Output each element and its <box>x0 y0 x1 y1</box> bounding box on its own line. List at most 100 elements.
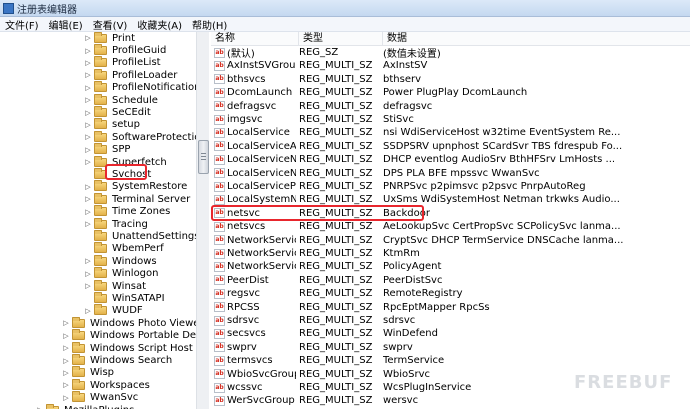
expand-arrow-icon[interactable]: ▷ <box>62 369 70 377</box>
registry-value-row[interactable]: ab regsvc REG_MULTI_SZ RemoteRegistry <box>211 287 690 300</box>
registry-value-row[interactable]: ab RPCSS REG_MULTI_SZ RpcEptMapper RpcSs <box>211 301 690 314</box>
expand-arrow-icon[interactable]: ▷ <box>84 282 92 290</box>
registry-value-row[interactable]: ab netsvcs REG_MULTI_SZ AeLookupSvc CertPro… <box>211 220 690 233</box>
expand-arrow-icon[interactable]: ▷ <box>84 59 92 67</box>
value-name-cell: abNetworkService <box>211 235 296 246</box>
tree-item[interactable]: ▷ Winlogon <box>0 267 208 280</box>
tree-item[interactable]: WinSATAPI <box>0 292 208 305</box>
tree-item[interactable]: ▷ SeCEdit <box>0 106 208 118</box>
expand-arrow-icon[interactable]: ▷ <box>84 158 92 166</box>
expand-arrow-icon[interactable]: ▷ <box>84 71 92 79</box>
value-data: AeLookupSvc CertPropSvc SCPolicySvc lanm… <box>383 221 621 233</box>
tree-item[interactable]: ▷ Schedule <box>0 93 208 106</box>
menu-file[interactable]: 文件(F) <box>0 17 44 32</box>
tree-item[interactable]: ▷ ProfileGuid <box>0 44 208 56</box>
expand-arrow-icon[interactable]: ▷ <box>84 133 92 141</box>
registry-value-row[interactable]: abNetworkServiceREG_MULTI_SZ CryptSvc DHC… <box>211 234 690 247</box>
value-type: REG_MULTI_SZ <box>299 181 373 192</box>
registry-value-row[interactable]: abLocalServiceN...REG_MULTI_SZ DPS PLA BF… <box>211 167 690 180</box>
expand-arrow-icon[interactable]: ▷ <box>84 96 92 104</box>
string-value-icon: ab <box>214 181 225 192</box>
registry-value-row[interactable]: abLocalServicePe...REG_MULTI_SZ PNRPSvc p… <box>211 180 690 193</box>
expand-arrow-icon[interactable]: ▷ <box>84 195 92 203</box>
expand-arrow-icon[interactable]: ▷ <box>84 121 92 129</box>
tree-scrollbar-thumb[interactable] <box>198 140 209 174</box>
registry-value-row[interactable]: ab sdrsvc REG_MULTI_SZ sdrsvc <box>211 314 690 327</box>
tree-item-label: ProfileList <box>112 57 161 69</box>
tree-item[interactable]: ▷ setup <box>0 118 208 131</box>
registry-value-row[interactable]: ab swprv REG_MULTI_SZ swprv <box>211 341 690 354</box>
tree-item[interactable]: ▷ Wisp <box>0 366 208 379</box>
registry-value-row[interactable]: ab imgsvc REG_MULTI_SZ StiSvc <box>211 113 690 126</box>
expand-arrow-icon[interactable]: ▷ <box>62 357 70 365</box>
menu-help[interactable]: 帮助(H) <box>187 17 232 32</box>
tree-item[interactable]: ▷ ProfileNotification <box>0 81 208 94</box>
expand-arrow-icon[interactable]: ▷ <box>62 332 70 340</box>
tree-item[interactable]: ▷ WUDF <box>0 304 208 317</box>
menu-favorites[interactable]: 收藏夹(A) <box>132 17 187 32</box>
registry-value-row[interactable]: ab bthsvcs REG_MULTI_SZ bthserv <box>211 73 690 86</box>
registry-value-row[interactable]: ab termsvcs REG_MULTI_SZ TermService <box>211 354 690 367</box>
expand-arrow-icon[interactable]: ▷ <box>62 381 70 389</box>
tree-item[interactable]: ▷ WwanSvc <box>0 391 208 404</box>
folder-icon <box>94 32 107 43</box>
registry-value-row[interactable]: abNetworkServic...REG_MULTI_SZ KtmRm <box>211 247 690 260</box>
column-header-type[interactable]: 类型 <box>299 32 383 45</box>
expand-arrow-icon[interactable]: ▷ <box>84 307 92 315</box>
tree-item[interactable]: ▷ Print <box>0 32 208 44</box>
expand-arrow-icon[interactable]: ▷ <box>84 84 92 92</box>
expand-arrow-icon[interactable]: ▷ <box>84 109 92 117</box>
expand-arrow-icon[interactable]: ▷ <box>62 394 70 402</box>
tree-item[interactable]: UnattendSettings <box>0 230 208 242</box>
expand-arrow-icon[interactable]: ▷ <box>84 47 92 55</box>
expand-arrow-icon[interactable]: ▷ <box>84 220 92 228</box>
tree-item[interactable]: ▷ Windows <box>0 254 208 267</box>
column-header-name[interactable]: 名称 <box>211 32 299 45</box>
value-name-cell: ab (默认) <box>211 45 296 60</box>
expand-arrow-icon[interactable]: ▷ <box>84 146 92 154</box>
registry-value-row[interactable]: abLocalServiceA...REG_MULTI_SZ SSDPSRV up… <box>211 140 690 153</box>
tree-item[interactable]: ▷MozillaPlugins <box>0 403 208 409</box>
registry-value-row[interactable]: ab PeerDist REG_MULTI_SZ PeerDistSvc <box>211 274 690 287</box>
tree-item[interactable]: ▷ Terminal Server <box>0 192 208 205</box>
tree-item[interactable]: ▷ SoftwareProtectionPla <box>0 130 208 143</box>
tree-item[interactable]: ▷ Winsat <box>0 279 208 292</box>
tree-item[interactable]: ▷ Tracing <box>0 217 208 230</box>
tree-item[interactable]: ▷ Windows Photo Viewer <box>0 316 208 329</box>
registry-value-row[interactable]: ab defragsvc REG_MULTI_SZ defragsvc <box>211 100 690 113</box>
folder-icon <box>72 378 85 390</box>
registry-value-row[interactable]: abLocalServiceN...REG_MULTI_SZ DHCP event… <box>211 153 690 166</box>
tree-item[interactable]: ▷ SPP <box>0 143 208 156</box>
registry-value-row[interactable]: ab LocalService REG_MULTI_SZ nsi WdiService… <box>211 126 690 139</box>
column-header-data[interactable]: 数据 <box>383 32 690 45</box>
registry-value-row[interactable]: ab secsvcs REG_MULTI_SZ WinDefend <box>211 327 690 340</box>
expand-arrow-icon[interactable]: ▷ <box>84 34 92 42</box>
registry-value-row[interactable]: abNetworkServic...REG_MULTI_SZ PolicyAgen… <box>211 260 690 273</box>
tree-item[interactable]: ▷ Time Zones <box>0 205 208 218</box>
string-value-icon: ab <box>214 369 225 380</box>
tree-item[interactable]: ▷ Windows Script Host <box>0 341 208 354</box>
menu-view[interactable]: 查看(V) <box>88 17 133 32</box>
registry-key-tree[interactable]: ▷ Print ▷ ProfileGuid ▷ ProfileList ▷ ProfileLo… <box>0 32 209 409</box>
expand-arrow-icon[interactable]: ▷ <box>84 270 92 278</box>
tree-item[interactable]: ▷ Windows Search <box>0 354 208 366</box>
tree-item-label: WinSATAPI <box>112 293 165 305</box>
expand-arrow-icon[interactable]: ▷ <box>62 319 70 327</box>
registry-value-row[interactable]: ab WerSvcGroup REG_MULTI_SZ wersvc <box>211 394 690 407</box>
registry-value-row[interactable]: ab (默认) REG_SZ (数值未设置) <box>211 45 690 60</box>
tree-scrollbar[interactable] <box>196 32 209 409</box>
registry-value-row[interactable]: ab DcomLaunch REG_MULTI_SZ Power PlugPlay D… <box>211 86 690 99</box>
tree-item[interactable]: ▷ Workspaces <box>0 378 208 391</box>
registry-value-row[interactable]: ab AxInstSVGroup REG_MULTI_SZ AxInstSV <box>211 59 690 72</box>
tree-item[interactable]: ▷ ProfileList <box>0 56 208 69</box>
expand-arrow-icon[interactable]: ▷ <box>84 183 92 191</box>
menu-edit[interactable]: 编辑(E) <box>44 17 88 32</box>
tree-item[interactable]: ▷ SystemRestore <box>0 180 208 193</box>
tree-item[interactable]: WbemPerf <box>0 242 208 255</box>
expand-arrow-icon[interactable]: ▷ <box>62 344 70 352</box>
tree-item[interactable]: ▷ ProfileLoader <box>0 68 208 81</box>
expand-arrow-icon[interactable]: ▷ <box>84 257 92 265</box>
tree-item[interactable]: ▷ Windows Portable Devices <box>0 329 208 342</box>
expand-arrow-icon[interactable]: ▷ <box>84 208 92 216</box>
tree-item-label: Workspaces <box>90 379 150 391</box>
